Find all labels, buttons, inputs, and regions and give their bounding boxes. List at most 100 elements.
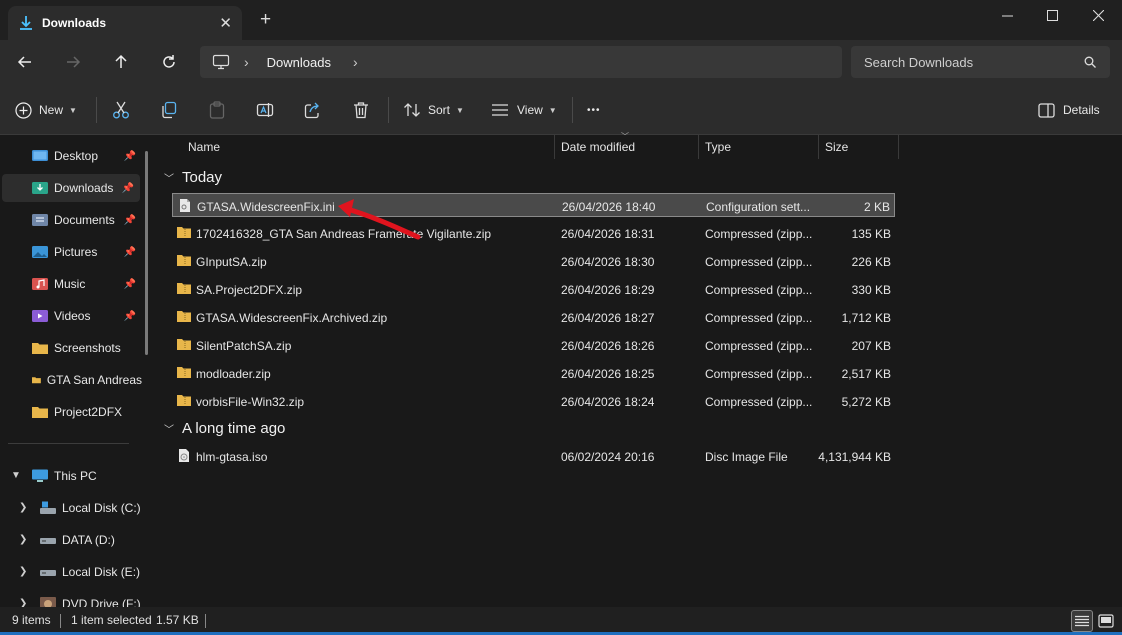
tab-downloads[interactable]: Downloads ✕ [8,6,242,40]
details-view-button[interactable] [1071,610,1093,632]
close-button[interactable] [1075,0,1121,30]
file-name: GTASA.WidescreenFix.Archived.zip [196,311,388,325]
pin-icon: 📌 [123,310,136,322]
rename-button[interactable] [256,97,274,123]
column-header-date[interactable]: Date modified [561,135,635,159]
share-button[interactable] [304,97,322,123]
file-row[interactable]: 1702416328_GTA San Andreas Framerate Vig… [172,221,895,245]
file-date: 06/02/2024 20:16 [561,450,655,464]
sidebar-item-pictures[interactable]: Pictures 📌 [0,238,142,266]
arrow-right-icon [67,56,81,68]
sidebar-item-drive-d[interactable]: DATA (D:) [0,526,142,554]
chevron-down-icon: ▼ [456,105,464,115]
music-icon [32,278,48,290]
breadcrumb-chevron[interactable]: › [353,54,358,70]
file-row[interactable]: modloader.zip 26/04/2026 18:25 Compresse… [172,361,895,385]
copy-button[interactable] [160,97,178,123]
pin-icon: 📌 [123,278,136,290]
refresh-button[interactable] [156,50,182,74]
file-date: 26/04/2026 18:29 [561,283,655,297]
maximize-button[interactable] [1029,0,1075,30]
sidebar-item-screenshots[interactable]: Screenshots [0,334,142,362]
pictures-icon [32,246,48,258]
file-row[interactable]: vorbisFile-Win32.zip 26/04/2026 18:24 Co… [172,389,895,413]
file-row[interactable]: hlm-gtasa.iso 06/02/2024 20:16 Disc Imag… [172,444,895,468]
group-header-a-long-time-ago[interactable]: ﹀ A long time ago [164,416,285,440]
file-type: Disc Image File [705,450,788,464]
sidebar-item-drive-f[interactable]: DVD Drive (F:) [0,590,142,607]
sidebar-item-drive-c[interactable]: Local Disk (C:) [0,494,142,522]
sidebar-item-downloads[interactable]: Downloads 📌 [2,174,140,202]
selection-count: 1 item selected [71,613,152,627]
sidebar-divider [8,443,129,444]
sidebar-item-desktop[interactable]: Desktop 📌 [0,142,142,170]
sidebar-item-drive-e[interactable]: Local Disk (E:) [0,558,142,586]
file-date: 26/04/2026 18:31 [561,227,655,241]
file-type: Configuration sett... [706,200,811,214]
sidebar-item-label: Screenshots [54,341,121,355]
tiles-view-button[interactable] [1095,610,1117,632]
sidebar-item-project2dfx[interactable]: Project2DFX [0,398,142,426]
column-divider[interactable] [554,135,555,159]
selection-size: 1.57 KB [156,613,199,627]
computer-icon [32,469,48,482]
file-row[interactable]: SilentPatchSA.zip 26/04/2026 18:26 Compr… [172,333,895,357]
close-icon [1092,9,1104,21]
breadcrumb-downloads[interactable]: Downloads [267,55,331,70]
search-box[interactable] [851,46,1110,78]
column-divider[interactable] [898,135,899,159]
column-header-type[interactable]: Type [705,135,731,159]
group-header-today[interactable]: ﹀ Today [164,165,222,189]
file-size: 2,517 KB [841,367,891,381]
sort-button[interactable]: Sort ▼ [403,97,464,123]
cut-button[interactable] [112,97,130,123]
file-row[interactable]: GTASA.WidescreenFix.Archived.zip 26/04/2… [172,305,895,329]
file-type: Compressed (zipp... [705,283,813,297]
sidebar-item-music[interactable]: Music 📌 [0,270,142,298]
delete-button[interactable] [352,97,370,123]
file-date: 26/04/2026 18:24 [561,395,655,409]
column-divider[interactable] [698,135,699,159]
column-divider[interactable] [818,135,819,159]
forward-button[interactable] [60,50,86,74]
file-row[interactable]: SA.Project2DFX.zip 26/04/2026 18:29 Comp… [172,277,895,301]
up-button[interactable] [108,50,134,74]
file-row[interactable]: GInputSA.zip 26/04/2026 18:30 Compressed… [172,249,895,273]
details-view-icon [1075,615,1089,627]
sidebar-item-label: Project2DFX [54,405,123,419]
drive-icon [40,538,56,544]
sidebar-item-gta-san-andreas[interactable]: GTA San Andreas [0,366,142,394]
zip-folder-icon [177,227,191,238]
tab-close-icon[interactable]: ✕ [219,14,232,32]
status-divider [205,614,206,628]
minimize-icon [1001,15,1013,16]
new-tab-button[interactable]: + [260,10,271,30]
chevron-down-icon: ▼ [69,105,77,115]
view-label: View [517,103,543,117]
file-size: 4,131,944 KB [818,450,891,464]
minimize-button[interactable] [984,0,1030,30]
more-options-button[interactable]: ••• [587,97,601,123]
column-header-name[interactable]: Name [188,135,220,159]
view-list-icon [492,104,508,116]
new-button[interactable]: New ▼ [15,97,77,123]
breadcrumb-separator[interactable]: › [244,54,249,70]
back-button[interactable] [12,50,38,74]
search-icon[interactable] [1084,56,1096,68]
refresh-icon [163,55,175,68]
file-name: hlm-gtasa.iso [196,450,268,464]
sidebar-scrollbar[interactable] [145,151,148,355]
address-bar[interactable]: › Downloads › [200,46,842,78]
details-pane-button[interactable]: Details [1038,97,1100,123]
sidebar-item-this-pc[interactable]: This PC [0,462,142,490]
paste-button[interactable] [208,97,226,123]
column-header-size[interactable]: Size [825,135,848,159]
annotation-arrow [338,199,421,240]
view-button[interactable]: View ▼ [491,97,557,123]
group-label: Today [182,168,223,186]
sidebar-item-documents[interactable]: Documents 📌 [0,206,142,234]
file-row[interactable]: GTASA.WidescreenFix.ini 26/04/2026 18:40… [172,193,895,217]
search-input[interactable] [864,54,1074,70]
sidebar-item-videos[interactable]: Videos 📌 [0,302,142,330]
plus-circle-icon [15,101,32,119]
